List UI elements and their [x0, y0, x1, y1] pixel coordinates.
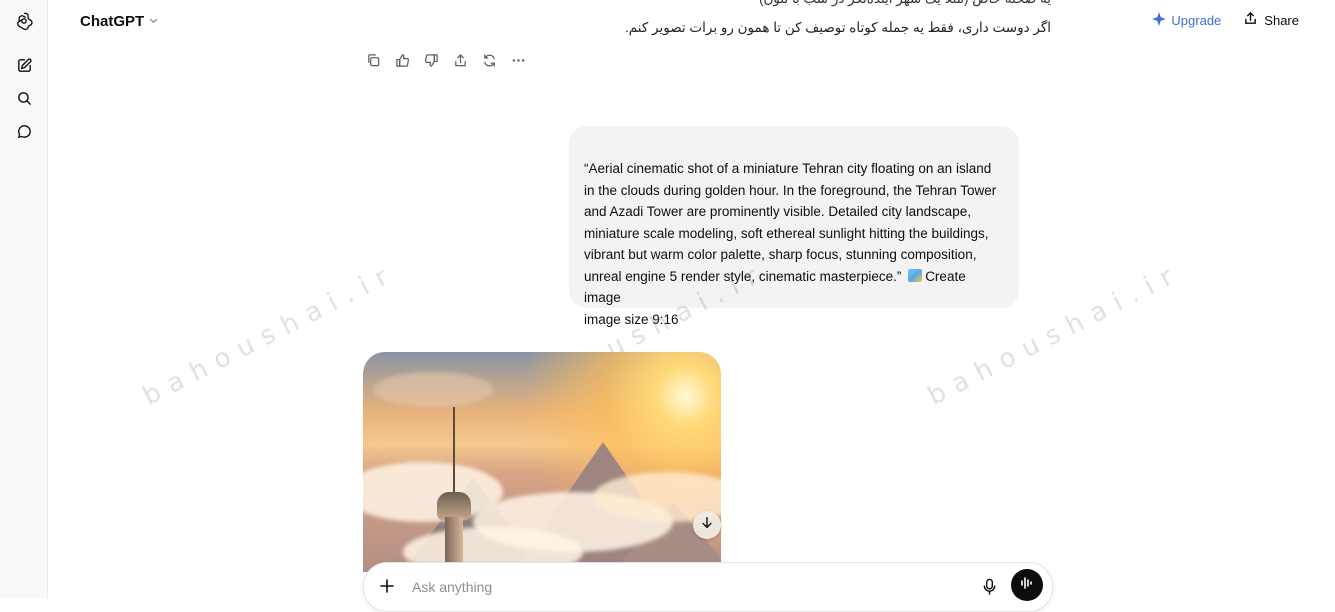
sidebar: [0, 0, 48, 599]
chevron-down-icon: [148, 13, 159, 30]
message-actions: [363, 50, 529, 71]
download-button[interactable]: [693, 511, 721, 539]
chatgpt-logo-icon[interactable]: [10, 7, 38, 35]
user-message-bubble: “Aerial cinematic shot of a miniature Te…: [569, 126, 1019, 327]
model-switcher[interactable]: ChatGPT: [80, 10, 159, 32]
share-icon: [1243, 11, 1258, 29]
image-tool-icon: [908, 268, 923, 282]
share-button[interactable]: Share: [1243, 11, 1299, 29]
voice-mode-button[interactable]: [1011, 569, 1043, 601]
attach-button[interactable]: [374, 573, 400, 599]
tower-head: [437, 492, 471, 520]
search-icon[interactable]: [10, 84, 38, 112]
upgrade-label: Upgrade: [1171, 12, 1222, 28]
model-name: ChatGPT: [80, 12, 145, 30]
share-label: Share: [1264, 12, 1299, 28]
thumbs-up-icon[interactable]: [392, 50, 413, 71]
generated-image[interactable]: [363, 352, 721, 572]
cloud-shape: [373, 372, 493, 407]
composer: [363, 562, 1053, 612]
assistant-message-line: یه صحنه خاص (مثلا یک شهر آینده‌نگر در شب…: [759, 0, 1051, 9]
user-message-text: “Aerial cinematic shot of a miniature Te…: [584, 161, 997, 284]
copy-icon[interactable]: [363, 50, 384, 71]
prompt-input[interactable]: [410, 576, 934, 598]
thumbs-down-icon[interactable]: [421, 50, 442, 71]
new-chat-icon[interactable]: [10, 51, 38, 79]
regenerate-icon[interactable]: [479, 50, 500, 71]
sparkle-icon: [1152, 11, 1167, 29]
arrow-down-icon: [700, 516, 714, 535]
microphone-icon[interactable]: [976, 573, 1002, 599]
main-area: ChatGPT Upgrade Share یه صحنه خاص (مثلا …: [48, 0, 1335, 612]
assistant-message-line: اگر دوست داری، فقط یه جمله کوتاه توصیف ک…: [625, 20, 1051, 35]
size-note: image size 9:16: [584, 311, 679, 327]
share-icon[interactable]: [450, 50, 471, 71]
more-icon[interactable]: [508, 50, 529, 71]
header-actions: Upgrade Share: [1152, 11, 1299, 29]
chats-icon[interactable]: [10, 117, 38, 145]
waveform-icon: [1019, 575, 1035, 596]
upgrade-button[interactable]: Upgrade: [1152, 11, 1222, 29]
